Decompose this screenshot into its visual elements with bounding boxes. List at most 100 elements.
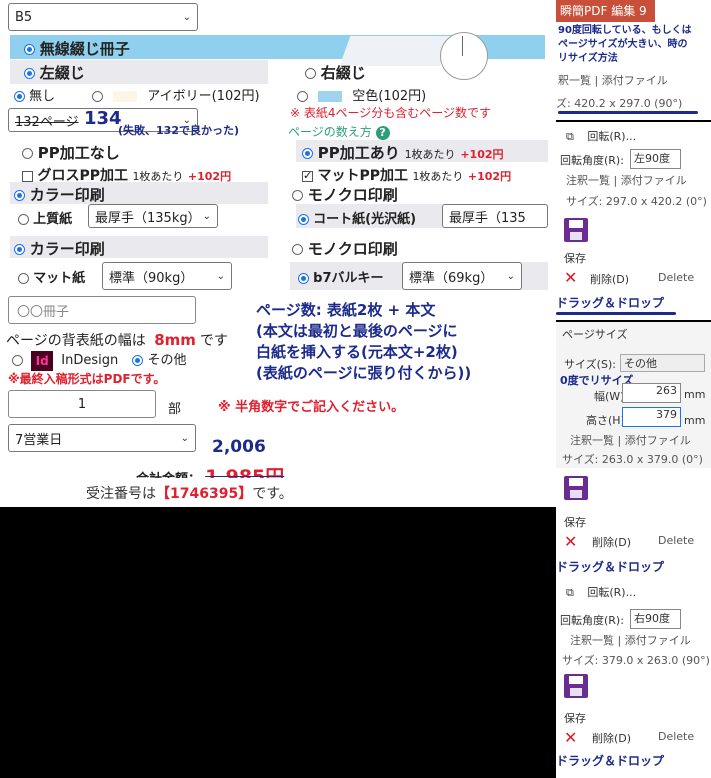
editor-block-5: 保存 ✕ 削除(D) Delete ドラッグ＆ドロップ (556, 468, 711, 578)
delete-icon[interactable]: ✕ (564, 728, 577, 747)
spine-value: 8mm (154, 331, 196, 349)
save-icon[interactable] (564, 476, 588, 500)
pp-none-radio[interactable] (22, 148, 33, 159)
page-calc-annotation: ページ数: 表紙2枚 + 本文 (本文は最初と最後のページに 白紙を挿入する(元… (256, 300, 471, 384)
right-bind-option[interactable]: 右綴じ (305, 62, 366, 83)
order-number-area: 受注番号は【1746395】です。 (0, 478, 403, 507)
pp-yes-radio[interactable] (302, 148, 313, 159)
rotate-button[interactable]: ⧉ 回転(R)... (566, 584, 636, 600)
underline-mark (556, 312, 676, 315)
quantity-input[interactable]: 1 (8, 390, 156, 418)
save-label: 保存 (564, 252, 586, 265)
rotate-angle-select[interactable]: 右90度 (630, 609, 681, 629)
tab-row-1[interactable]: 釈一覧 | 添付ファイル (558, 72, 668, 88)
width-input[interactable]: 263 (622, 383, 681, 403)
rotate-angle-select[interactable]: 左90度 (630, 149, 681, 169)
size-select[interactable]: B5 ⌄ (8, 3, 198, 31)
pp-yes-label: PP加工あり (317, 144, 400, 162)
pp-none-option[interactable]: PP加工なし (22, 142, 120, 163)
body-color-radio[interactable] (14, 244, 25, 255)
tab-row-4[interactable]: 注釈一覧 | 添付ファイル (570, 632, 691, 648)
bulky-weight-select[interactable]: 標準（69kg） ⌄ (402, 262, 522, 290)
joshitsu-weight-value: 最厚手（135kg） (95, 210, 201, 226)
binding-option[interactable]: 無線綴じ冊子 (24, 38, 130, 59)
height-input[interactable]: 379 (622, 407, 681, 427)
tab-row-3[interactable]: 注釈一覧 | 添付ファイル (570, 432, 691, 448)
endpaper-none-radio[interactable] (14, 91, 25, 102)
save-icon[interactable] (564, 218, 588, 242)
rotate-button-label: 回転(R)... (587, 586, 637, 599)
paper-matte-option[interactable]: マット紙 (18, 267, 85, 286)
cover-mono-radio[interactable] (292, 190, 303, 201)
delete-label[interactable]: 削除(D) (592, 534, 631, 550)
size-select-value: B5 (15, 9, 33, 25)
page-note: ※ 表紙4ページ分も含むページ数です (290, 106, 492, 120)
joshitsu-weight-select[interactable]: 最厚手（135kg） ⌄ (88, 204, 218, 228)
body-color-option[interactable]: カラー印刷 (14, 238, 105, 259)
help-icon[interactable]: ? (375, 126, 390, 140)
rotate-button[interactable]: ⧉ 回転(R)... (566, 128, 636, 144)
title-input[interactable]: 〇〇冊子 (8, 296, 196, 324)
left-bind-option[interactable]: 左綴じ (24, 62, 85, 83)
paper-coat-radio[interactable] (298, 214, 309, 225)
chevron-down-icon: ⌄ (506, 270, 515, 282)
cover-mono-label: モノクロ印刷 (307, 186, 398, 204)
title-placeholder: 〇〇冊子 (17, 304, 70, 320)
cover-color-radio[interactable] (14, 190, 25, 201)
left-bind-radio[interactable] (24, 68, 35, 79)
half-width-note: ※ 半角数字でご記入ください。 (218, 400, 405, 415)
endpaper-sky[interactable]: 空色(102円) (297, 85, 426, 104)
paper-joshitsu-label: 上質紙 (33, 212, 73, 227)
delete-shortcut: Delete (658, 271, 695, 284)
endpaper-none-label: 無し (29, 89, 56, 104)
body-mono-option[interactable]: モノクロ印刷 (292, 238, 398, 259)
other-radio[interactable] (132, 355, 144, 366)
paper-joshitsu-option[interactable]: 上質紙 (18, 208, 72, 227)
body-color-label: カラー印刷 (29, 240, 105, 258)
paper-joshitsu-radio[interactable] (18, 214, 29, 225)
chevron-down-icon: ⌄ (202, 210, 211, 222)
size-readout-3: サイズ: 263.0 x 379.0 (0°) (562, 453, 703, 466)
pp-yes-option[interactable]: PP加工あり 1枚あたり +102円 (302, 142, 504, 163)
editor-block-1: 瞬簡PDF 編集 9 90度回転している、もしくは ページサイズが大きい、時の … (556, 0, 711, 120)
pp-none-label: PP加工なし (37, 144, 120, 162)
matte-pp-checkbox[interactable] (302, 169, 313, 182)
indesign-radio[interactable] (12, 355, 23, 366)
paper-coat-option[interactable]: コート紙(光沢紙) (298, 208, 416, 227)
right-bind-radio[interactable] (305, 68, 316, 79)
endpaper-ivory[interactable]: アイボリー(102円) (92, 85, 260, 104)
coat-weight-select[interactable]: 最厚手（135 (442, 204, 548, 228)
tab-row-2[interactable]: 注釈一覧 | 添付ファイル (566, 172, 687, 188)
delete-label[interactable]: 削除(D) (592, 730, 631, 746)
cover-color-label: カラー印刷 (29, 186, 105, 204)
matte-weight-select[interactable]: 標準（90kg） ⌄ (102, 262, 232, 290)
body-mono-radio[interactable] (292, 244, 303, 255)
paper-bulky-radio[interactable] (298, 273, 309, 284)
paper-bulky-option[interactable]: b7バルキー (298, 267, 384, 286)
count-link[interactable]: ページの数え方 ? (288, 123, 390, 140)
delete-icon[interactable]: ✕ (564, 268, 577, 287)
endpaper-sky-radio[interactable] (297, 91, 308, 102)
paper-matte-radio[interactable] (18, 273, 29, 284)
body-mono-label: モノクロ印刷 (307, 240, 398, 258)
cover-color-option[interactable]: カラー印刷 (14, 184, 105, 205)
size-label: サイズ(S): (564, 358, 616, 371)
delete-icon[interactable]: ✕ (564, 532, 577, 551)
delivery-days-select[interactable]: 7営業日 ⌄ (8, 424, 196, 452)
endpaper-sky-label: 空色(102円) (352, 89, 427, 104)
editor-block-6: ⧉ 回転(R)... 回転角度(R): 右90度 注釈一覧 | 添付ファイル サ… (556, 578, 711, 668)
endpaper-ivory-radio[interactable] (92, 91, 103, 102)
endpaper-none[interactable]: 無し (14, 85, 55, 104)
matte-weight-value: 標準（90kg） (109, 270, 194, 286)
gloss-pp-checkbox[interactable] (22, 170, 33, 182)
size-select[interactable]: その他 (620, 354, 705, 372)
matte-per-label: 1枚あたり (412, 170, 464, 183)
cover-mono-option[interactable]: モノクロ印刷 (292, 184, 398, 205)
save-icon[interactable] (564, 674, 588, 698)
delete-label[interactable]: 削除(D) (590, 271, 629, 287)
rotate-angle-label: 回転角度(R): (560, 614, 624, 627)
matte-pp-option[interactable]: マットPP加工 1枚あたり +102円 (302, 165, 511, 185)
binding-radio[interactable] (24, 44, 35, 55)
binding-label: 無線綴じ冊子 (39, 40, 130, 58)
resize-note: 90度回転している、もしくは ページサイズが大きい、時の リサイズ方法 (558, 24, 692, 66)
